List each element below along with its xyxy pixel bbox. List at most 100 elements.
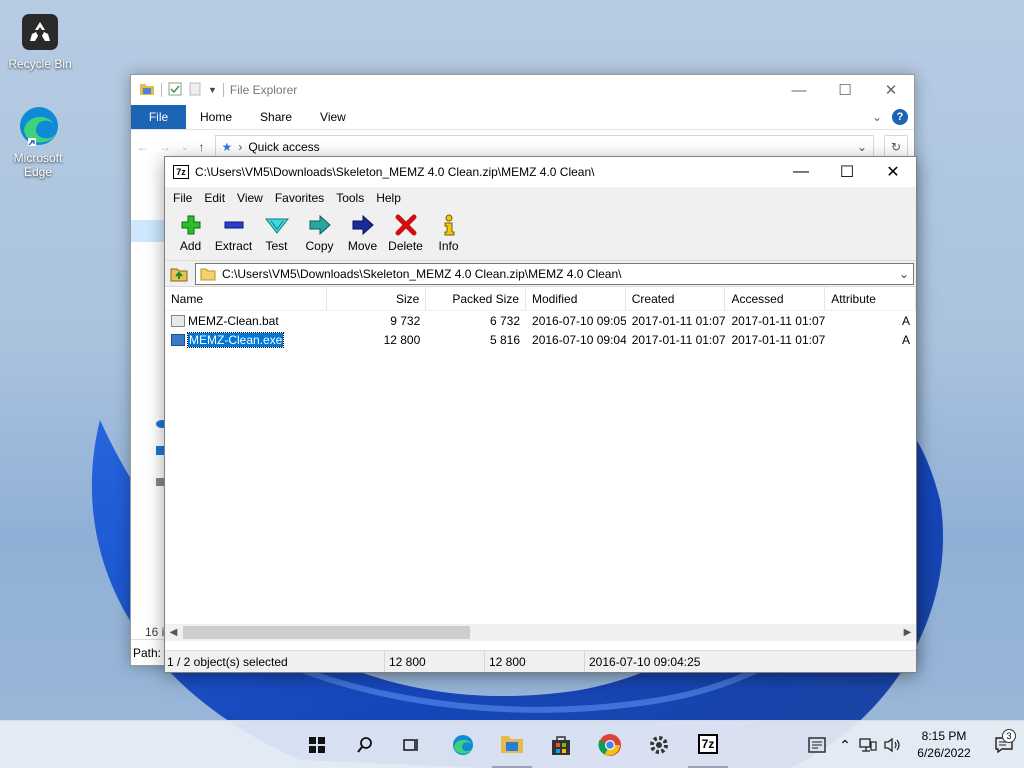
column-packed-size[interactable]: Packed Size: [426, 287, 527, 310]
add-icon: [180, 213, 202, 237]
file-modified: 2016-07-10 09:05: [532, 313, 626, 328]
menu-help[interactable]: Help: [370, 191, 407, 205]
up-icon[interactable]: ↑: [199, 140, 205, 154]
copy-button[interactable]: Copy: [298, 213, 341, 253]
sevenzip-window[interactable]: 7z C:\Users\VM5\Downloads\Skeleton_MEMZ …: [164, 156, 917, 673]
menu-edit[interactable]: Edit: [198, 191, 231, 205]
file-accessed: 2017-01-11 01:07: [731, 332, 826, 347]
taskbar-7zip[interactable]: 7z: [688, 721, 728, 768]
desktop-icon-microsoft-edge[interactable]: Microsoft Edge: [0, 104, 76, 179]
scroll-right-icon[interactable]: ▶: [899, 627, 916, 638]
navigation-pane[interactable]: [131, 164, 167, 654]
table-row-selected[interactable]: MEMZ-Clean.exe 12 800 5 816 2016-07-10 0…: [165, 330, 916, 349]
file-list[interactable]: Name Size Packed Size Modified Created A…: [165, 287, 916, 641]
start-button[interactable]: [297, 721, 337, 768]
test-label: Test: [265, 239, 288, 253]
store-icon: [552, 736, 570, 755]
network-button[interactable]: [856, 737, 880, 753]
edge-icon: [16, 104, 60, 148]
test-icon: [264, 213, 289, 237]
speaker-icon: [884, 737, 900, 753]
taskbar-edge[interactable]: [443, 721, 483, 768]
new-folder-icon[interactable]: [188, 82, 202, 99]
customize-dropdown-icon[interactable]: ▼: [208, 85, 217, 95]
extract-button[interactable]: Extract: [212, 213, 255, 253]
minimize-button[interactable]: —: [776, 75, 822, 105]
column-accessed[interactable]: Accessed: [725, 287, 826, 310]
column-attributes[interactable]: Attribute: [825, 287, 916, 310]
menu-file[interactable]: File: [167, 191, 198, 205]
add-button[interactable]: Add: [169, 213, 212, 253]
column-size[interactable]: Size: [327, 287, 427, 310]
close-button[interactable]: ✕: [870, 157, 916, 187]
separator: [222, 83, 224, 97]
menu-favorites[interactable]: Favorites: [269, 191, 330, 205]
breadcrumb-chevron-icon: ›: [238, 140, 243, 154]
tab-file[interactable]: File: [131, 105, 186, 129]
notification-center-button[interactable]: 3: [984, 729, 1024, 753]
scrollbar-thumb[interactable]: [183, 626, 470, 639]
scroll-left-icon[interactable]: ◀: [165, 627, 182, 638]
delete-button[interactable]: Delete: [384, 213, 427, 253]
sevenzip-title: C:\Users\VM5\Downloads\Skeleton_MEMZ 4.0…: [195, 165, 595, 179]
status-selection: 1 / 2 object(s) selected: [165, 651, 385, 672]
close-button[interactable]: ✕: [868, 75, 914, 105]
delete-icon: [395, 213, 417, 237]
file-explorer-titlebar[interactable]: ▼ File Explorer — ☐ ✕: [131, 75, 914, 105]
column-name[interactable]: Name: [165, 287, 327, 310]
column-created[interactable]: Created: [626, 287, 726, 310]
column-modified[interactable]: Modified: [526, 287, 626, 310]
file-name: MEMZ-Clean.bat: [188, 313, 279, 328]
chevron-up-icon: ⌃: [839, 736, 851, 753]
clock-time: 8:15 PM: [921, 729, 967, 743]
expand-ribbon-icon[interactable]: ⌄: [872, 110, 882, 124]
back-icon[interactable]: ←: [137, 140, 149, 154]
taskbar-store[interactable]: [541, 721, 581, 768]
info-button[interactable]: Info: [427, 213, 470, 253]
sevenzip-titlebar[interactable]: 7z C:\Users\VM5\Downloads\Skeleton_MEMZ …: [165, 157, 916, 187]
file-created: 2017-01-11 01:07: [631, 313, 726, 328]
show-hidden-icons-button[interactable]: ⌃: [834, 737, 856, 754]
help-icon[interactable]: ?: [892, 109, 908, 125]
table-row[interactable]: MEMZ-Clean.bat 9 732 6 732 2016-07-10 09…: [165, 311, 916, 330]
maximize-button[interactable]: ☐: [822, 75, 868, 105]
horizontal-scrollbar[interactable]: ◀ ▶: [165, 624, 916, 641]
parent-folder-button[interactable]: [167, 263, 191, 285]
sevenzip-taskbar-icon: 7z: [697, 733, 719, 754]
properties-icon[interactable]: [168, 82, 182, 99]
path-field[interactable]: C:\Users\VM5\Downloads\Skeleton_MEMZ 4.0…: [195, 262, 914, 285]
file-explorer-icon: [501, 735, 523, 753]
test-button[interactable]: Test: [255, 213, 298, 253]
taskbar-settings[interactable]: [639, 721, 679, 768]
nav-selected-item[interactable]: [131, 220, 166, 242]
forward-icon[interactable]: →: [159, 140, 171, 154]
tab-view[interactable]: View: [306, 105, 360, 129]
path-label: Path:: [131, 639, 166, 665]
address-dropdown-icon[interactable]: ⌄: [857, 140, 867, 154]
taskbar-chrome[interactable]: [590, 721, 630, 768]
info-icon: [442, 213, 456, 237]
news-widget-button[interactable]: [800, 737, 834, 753]
up-folder-icon: [170, 268, 188, 281]
sevenzip-logo-icon: 7z: [173, 165, 189, 179]
maximize-button[interactable]: ☐: [824, 157, 870, 187]
separator: [161, 83, 162, 97]
exe-file-icon: [171, 333, 185, 346]
tab-home[interactable]: Home: [186, 105, 246, 129]
dropdown-recent-icon[interactable]: ⌄: [181, 142, 189, 153]
menu-tools[interactable]: Tools: [330, 191, 370, 205]
move-button[interactable]: Move: [341, 213, 384, 253]
task-view-button[interactable]: [392, 721, 432, 768]
tab-share[interactable]: Share: [246, 105, 306, 129]
search-button[interactable]: [345, 721, 385, 768]
menu-view[interactable]: View: [231, 191, 269, 205]
clock-button[interactable]: 8:15 PM 6/26/2022: [904, 728, 984, 762]
desktop-icon-recycle-bin[interactable]: Recycle Bin: [2, 10, 78, 71]
breadcrumb-quick-access[interactable]: Quick access: [248, 140, 319, 154]
taskbar-file-explorer[interactable]: [492, 721, 532, 768]
minimize-button[interactable]: —: [778, 157, 824, 187]
path-dropdown-icon[interactable]: ⌄: [899, 267, 909, 281]
edge-icon: [453, 735, 473, 755]
volume-button[interactable]: [880, 737, 904, 753]
move-label: Move: [347, 239, 378, 253]
